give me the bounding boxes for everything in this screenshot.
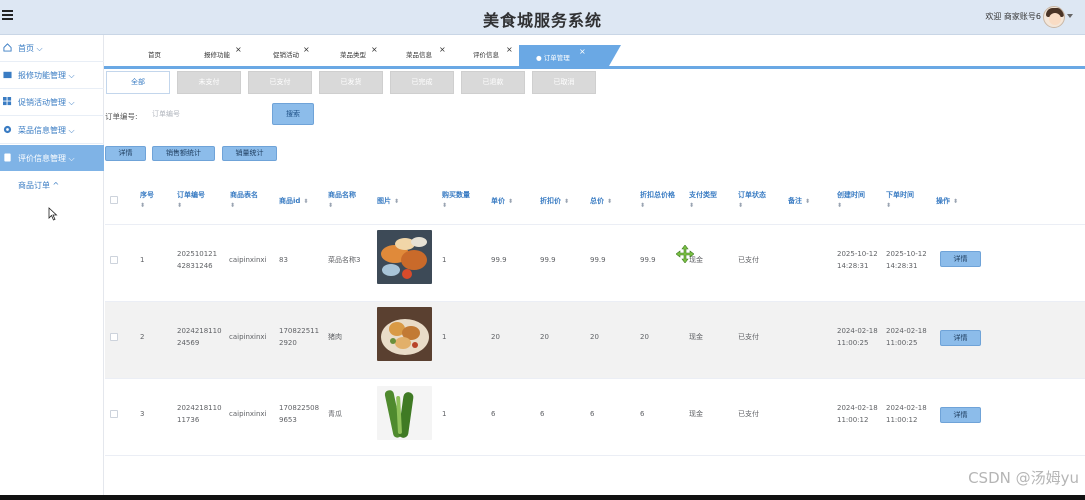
gear-icon (3, 125, 12, 134)
status-tab-all[interactable]: 全部 (106, 71, 170, 94)
avatar[interactable] (1043, 6, 1065, 28)
header-discount-price[interactable]: 折扣价 ⬍ (540, 196, 569, 206)
header-index[interactable]: 序号 ⬍ (140, 190, 154, 209)
close-icon[interactable]: × (235, 45, 242, 54)
table-row: 2 2024218110 24569 caipinxinxi 170822511 2… (105, 302, 1085, 379)
tab-review-info[interactable]: 评价信息 × (473, 45, 513, 59)
sidebar-item-label: 报修功能管理 (18, 71, 66, 80)
chevron-down-icon[interactable] (1067, 14, 1073, 18)
status-tab-completed[interactable]: 已完成 (390, 71, 454, 94)
header-total[interactable]: 总价 ⬍ (590, 196, 612, 206)
row-checkbox[interactable] (110, 333, 118, 341)
header-goods-id[interactable]: 商品id ⬍ (279, 196, 308, 206)
tab-order-management[interactable]: ● 订单管理 × (519, 45, 621, 66)
header-image[interactable]: 图片 ⬍ (377, 196, 399, 206)
top-bar: 美食城服务系统 欢迎 商家账号6 (0, 0, 1085, 35)
header-table-name[interactable]: 商品表名 ⬍ (230, 190, 258, 209)
doc-icon (4, 153, 11, 162)
header-action: 操作 ⬍ (936, 197, 959, 205)
app-title: 美食城服务系统 (482, 11, 602, 30)
sidebar-item-dishes[interactable]: 菜品信息管理 ⌵ (0, 117, 104, 143)
sales-volume-stats-button[interactable]: 销量统计 (222, 146, 277, 161)
mouse-pointer-icon (48, 207, 58, 221)
close-icon[interactable]: × (303, 45, 310, 54)
grid-icon (3, 97, 12, 106)
status-tab-unpaid[interactable]: 未支付 (177, 71, 241, 94)
bottom-bar (0, 495, 1085, 500)
header-discount-total[interactable]: 折扣总价格 ⬍ (640, 190, 675, 209)
sidebar-item-label: 菜品信息管理 (18, 126, 66, 135)
sidebar: 首页 ⌵ 报修功能管理 ⌵ 促销活动管理 ⌵ 菜品信息管理 ⌵ 评价信息管理 ⌵… (0, 35, 104, 500)
header-pay-type[interactable]: 支付类型 ⬍ (689, 190, 717, 209)
close-icon[interactable]: × (371, 45, 378, 54)
header-price[interactable]: 单价 ⬍ (491, 196, 513, 206)
tab-dish-info[interactable]: 菜品信息 × (406, 45, 446, 59)
table-row: 1 202510121 42831246 caipinxinxi 83 菜品名称3… (105, 225, 1085, 302)
home-icon (3, 43, 12, 52)
search-button[interactable]: 搜索 (272, 103, 314, 125)
header-goods-name[interactable]: 商品名称 ⬍ (328, 190, 356, 209)
row-checkbox[interactable] (110, 410, 118, 418)
row-detail-button[interactable]: 详情 (940, 251, 981, 267)
select-all-checkbox[interactable] (110, 196, 118, 204)
row-checkbox[interactable] (110, 256, 118, 264)
header-status[interactable]: 订单状态 ⬍ (738, 190, 766, 209)
status-tab-cancelled[interactable]: 已取消 (532, 71, 596, 94)
sales-amount-stats-button[interactable]: 销售额统计 (152, 146, 215, 161)
folder-icon (3, 71, 12, 79)
sidebar-item-label: 促销活动管理 (18, 98, 66, 107)
status-tab-paid[interactable]: 已支付 (248, 71, 312, 94)
sidebar-item-repair[interactable]: 报修功能管理 ⌵ (0, 62, 104, 88)
header-qty[interactable]: 购买数量 ⬍ (442, 190, 470, 209)
watermark: CSDN @汤姆yu (968, 469, 1079, 487)
product-image (377, 230, 432, 284)
status-tab-refunded[interactable]: 已退款 (461, 71, 525, 94)
sidebar-item-label: 评价信息管理 (18, 154, 66, 163)
product-image (377, 386, 432, 440)
header-ordered[interactable]: 下单时间 ⬍ (886, 190, 914, 209)
sidebar-item-promotion[interactable]: 促销活动管理 ⌵ (0, 89, 104, 115)
welcome-text: 欢迎 商家账号6 (985, 12, 1041, 21)
close-icon[interactable]: × (579, 47, 586, 56)
tab-promotion[interactable]: 促销活动 × (273, 45, 310, 59)
status-tab-shipped[interactable]: 已发货 (319, 71, 383, 94)
header-order-no[interactable]: 订单编号 ⬍ (177, 190, 205, 209)
order-no-input[interactable] (146, 104, 258, 124)
sidebar-item-label: 首页 (18, 44, 34, 53)
sidebar-item-reviews[interactable]: 评价信息管理 ⌵ (0, 145, 104, 171)
row-detail-button[interactable]: 详情 (940, 407, 981, 423)
table-row: 3 2024218110 11736 caipinxinxi 170822508 9… (105, 379, 1085, 456)
row-detail-button[interactable]: 详情 (940, 330, 981, 346)
header-created[interactable]: 创建时间 ⬍ (837, 190, 865, 209)
tab-bar: 首页 报修功能 × 促销活动 × 菜品类型 × 菜品信息 × 评价信息 × ● 订单管理 … (104, 35, 1085, 69)
tab-repair[interactable]: 报修功能 × (204, 45, 242, 59)
sidebar-item-home[interactable]: 首页 ⌵ (0, 35, 104, 61)
tab-dish-type[interactable]: 菜品类型 × (340, 45, 378, 59)
close-icon[interactable]: × (506, 45, 513, 54)
move-cursor-icon (676, 245, 694, 263)
table-header: 序号 ⬍ 订单编号 ⬍ 商品表名 ⬍ 商品id ⬍ 商品名称 ⬍ 图片 ⬍ 购买数量 ⬍ 单价… (105, 180, 1085, 225)
order-no-label: 订单编号: (105, 112, 138, 121)
sidebar-subitem-orders[interactable]: 商品订单 ^ (18, 180, 59, 191)
header-remark[interactable]: 备注 ⬍ (788, 196, 810, 206)
detail-button[interactable]: 详情 (105, 146, 146, 161)
close-icon[interactable]: × (439, 45, 446, 54)
tab-home[interactable]: 首页 (148, 49, 161, 59)
product-image (377, 307, 432, 361)
